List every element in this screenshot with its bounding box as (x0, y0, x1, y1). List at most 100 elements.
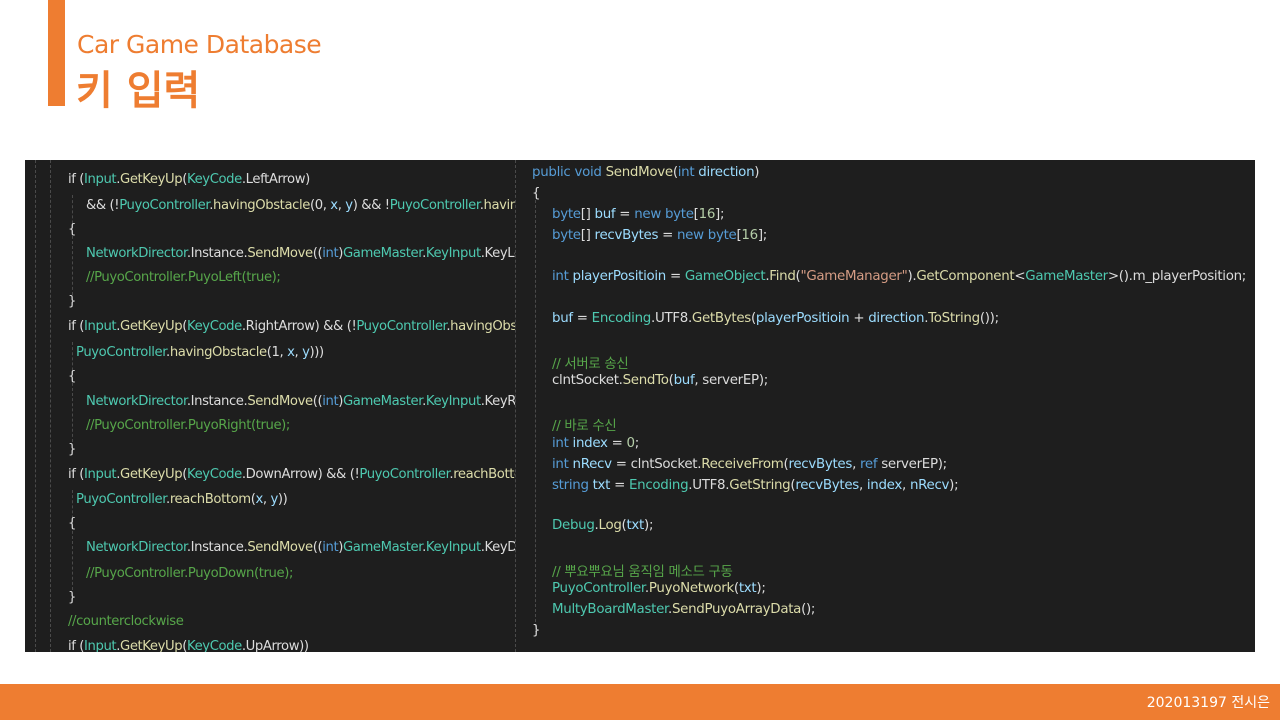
code-token: , serverEP); (694, 373, 768, 388)
code-token: x (330, 198, 338, 213)
code-token: Input (84, 319, 117, 334)
code-token: , (858, 478, 867, 493)
code-line: NetworkDirector.Instance.SendMove((int)G… (86, 540, 515, 555)
code-token: ); (644, 518, 654, 533)
code-line: if (Input.GetKeyUp(KeyCode.RightArrow) &… (68, 319, 515, 334)
code-token: >(). (1107, 269, 1133, 284)
code-token: byte (552, 207, 581, 222)
code-token: void (574, 165, 602, 180)
code-token: //PuyoController.PuyoLeft(true); (86, 270, 281, 285)
indent-guide (72, 490, 73, 590)
code-token: Log (598, 518, 622, 533)
code-line: if (Input.GetKeyUp(KeyCode.UpArrow)) (68, 639, 309, 652)
code-token: int (322, 394, 339, 409)
footer-text: 202013197 전시은 (1146, 695, 1270, 711)
code-token: string (552, 478, 589, 493)
code-token: GameObject (684, 269, 766, 284)
code-token: } (68, 442, 76, 457)
code-token: = (658, 228, 677, 243)
code-token: (); (801, 602, 816, 617)
indent-guide (35, 160, 36, 652)
code-token: // 뿌요뿌요님 움직임 메소드 구동 (552, 565, 733, 580)
code-line: byte[] recvBytes = new byte[16]; (552, 228, 767, 243)
code-line: { (532, 186, 541, 201)
code-token: int (322, 540, 339, 555)
code-token: UpArrow (245, 639, 300, 652)
code-line: PuyoController.PuyoNetwork(txt); (552, 581, 766, 596)
code-token: if ( (68, 639, 85, 652)
code-token: "GameManager" (800, 269, 908, 284)
code-line: && (!PuyoController.havingObstacle(0, x,… (86, 198, 515, 213)
code-token: { (532, 186, 541, 201)
code-token: ReceiveFrom (701, 457, 784, 472)
code-token: PuyoController (76, 492, 167, 507)
code-token: SendMove (247, 540, 313, 555)
code-token: ]; (757, 228, 767, 243)
code-token: Input (84, 467, 117, 482)
code-line: //PuyoController.PuyoRight(true); (86, 418, 290, 433)
code-token: UTF8 (654, 311, 688, 326)
code-token: ]; (715, 207, 725, 222)
code-token: int (552, 457, 569, 472)
code-token: PuyoController (119, 198, 210, 213)
code-line: int nRecv = clntSocket.ReceiveFrom(recvB… (552, 457, 947, 472)
code-token: recvBytes (594, 228, 659, 243)
code-line: NetworkDirector.Instance.SendMove((int)G… (86, 394, 515, 409)
code-token: } (68, 294, 76, 309)
code-token: UTF8 (692, 478, 726, 493)
code-token: ) (305, 172, 310, 187)
code-token: //PuyoController.PuyoDown(true); (86, 566, 294, 581)
code-token: Debug (552, 518, 595, 533)
code-token: , (294, 345, 303, 360)
code-token: NetworkDirector (86, 246, 187, 261)
code-line: string txt = Encoding.UTF8.GetString(rec… (552, 478, 959, 493)
code-token: (( (312, 540, 323, 555)
code-token: ToString (928, 311, 980, 326)
code-token: // 서버로 송신 (552, 357, 629, 372)
code-token: Find (769, 269, 796, 284)
code-token: GameMaster (342, 394, 423, 409)
code-line: int playerPositioin = GameObject.Find("G… (552, 269, 1246, 284)
code-token: byte (707, 228, 737, 243)
code-token: if ( (68, 319, 85, 334)
code-token: DownArrow (245, 467, 318, 482)
code-token: Instance (190, 246, 244, 261)
code-token: PuyoController (356, 319, 447, 334)
code-token: GetString (729, 478, 791, 493)
code-line: // 서버로 송신 (552, 352, 629, 372)
code-token: GetKeyUp (120, 467, 183, 482)
code-token: ). (907, 269, 917, 284)
code-token: = clntSocket. (611, 457, 702, 472)
code-token: GetComponent (916, 269, 1015, 284)
code-token: KeyCode (187, 172, 242, 187)
code-token: serverEP); (877, 457, 947, 472)
code-token: SendTo (622, 373, 669, 388)
code-token: LeftArrow (245, 172, 306, 187)
code-line: public void SendMove(int direction) (532, 165, 759, 180)
code-token: { (68, 516, 76, 531)
code-token: PuyoController (389, 198, 480, 213)
code-token: KeyInput (425, 394, 481, 409)
code-token: (( (312, 394, 323, 409)
code-token: txt (738, 581, 757, 596)
code-token: m_playerPosition; (1132, 269, 1247, 284)
code-token: ) && (! (317, 467, 360, 482)
code-token: NetworkDirector (86, 394, 187, 409)
code-token: txt (592, 478, 611, 493)
code-token: KeyCode (187, 467, 242, 482)
code-line: // 뿌요뿌요님 움직임 메소드 구동 (552, 560, 733, 580)
code-token: havingObstacle (213, 198, 310, 213)
code-token: x (255, 492, 263, 507)
code-token: havingObstacle (169, 345, 267, 360)
code-token: (( (312, 246, 323, 261)
code-token: clntSocket (552, 373, 619, 388)
indent-guide (50, 160, 51, 652)
code-token: ref (859, 457, 878, 472)
code-token: int (322, 246, 339, 261)
slide-subtitle: 키 입력 (76, 68, 201, 114)
code-line: // 바로 수신 (552, 414, 617, 434)
code-token: direction (868, 311, 925, 326)
code-token: index (572, 436, 608, 451)
code-token: havingObstacle (483, 198, 516, 213)
code-token: nRecv (909, 478, 950, 493)
